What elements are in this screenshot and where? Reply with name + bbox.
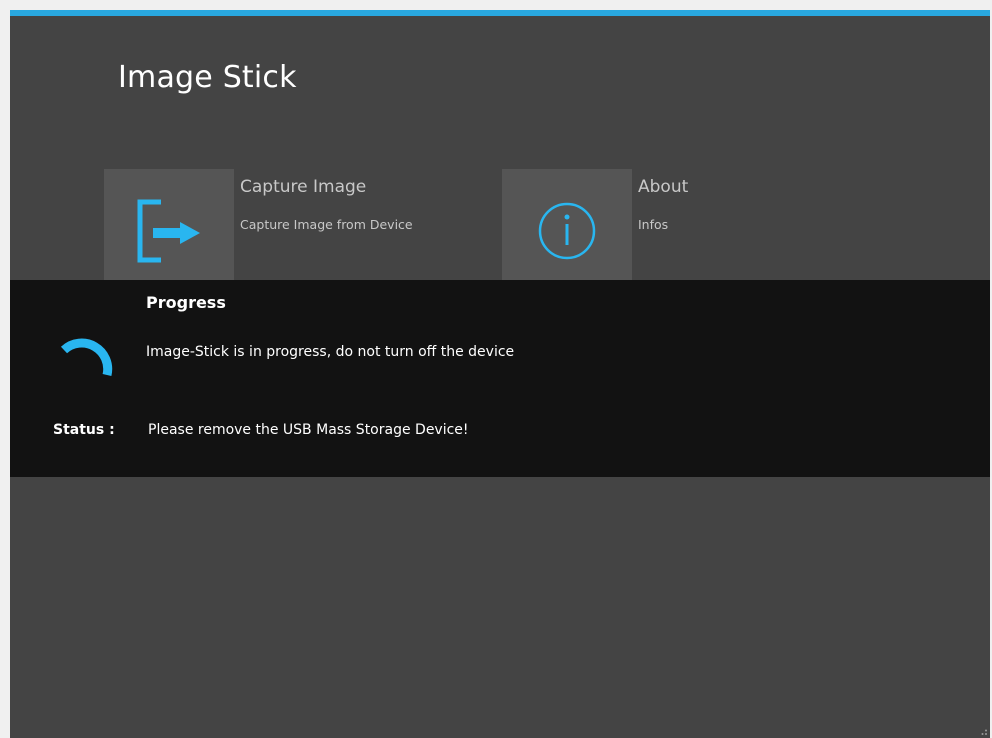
app-window: Image Stick Capture Image Capture Image … bbox=[10, 10, 990, 738]
about-title: About bbox=[638, 177, 689, 197]
spinner-icon bbox=[60, 338, 113, 377]
capture-image-subtitle: Capture Image from Device bbox=[240, 217, 413, 232]
info-circle-icon bbox=[538, 202, 596, 260]
progress-message: Image-Stick is in progress, do not turn … bbox=[146, 344, 515, 360]
capture-image-icon-box bbox=[104, 169, 234, 281]
about-tile[interactable]: About Infos bbox=[502, 169, 982, 281]
about-icon-box bbox=[502, 169, 632, 281]
sign-out-arrow-icon bbox=[137, 199, 200, 263]
about-subtitle: Infos bbox=[638, 217, 669, 232]
status-label: Status : bbox=[53, 422, 115, 438]
resize-grip-icon[interactable] bbox=[978, 726, 988, 736]
capture-image-title: Capture Image bbox=[240, 177, 367, 197]
status-value: Please remove the USB Mass Storage Devic… bbox=[148, 422, 469, 438]
app-title: Image Stick bbox=[118, 60, 297, 95]
progress-panel: Progress Image-Stick is in progress, do … bbox=[10, 280, 990, 477]
progress-heading: Progress bbox=[146, 293, 226, 312]
